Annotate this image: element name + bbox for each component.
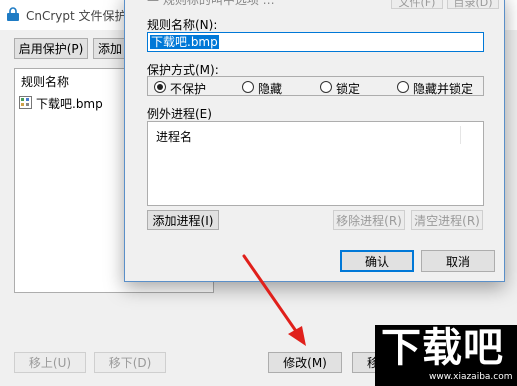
mode-label: 不保护: [170, 82, 207, 96]
enable-protect-button[interactable]: 启用保护(P): [14, 38, 88, 59]
radio-icon: [320, 81, 332, 93]
radio-icon: [397, 81, 409, 93]
watermark-url: www.xiazaiba.com: [429, 372, 513, 382]
browse-dir-button[interactable]: 目录(D): [447, 0, 499, 9]
remove-process-button[interactable]: 移除进程(R): [333, 210, 405, 230]
rule-name-input[interactable]: 下载吧.bmp: [147, 32, 484, 52]
watermark-logo: 下载吧 www.xiazaiba.com: [375, 325, 517, 386]
modify-button[interactable]: 修改(M): [268, 352, 342, 373]
mode-option-hide[interactable]: 隐藏: [242, 80, 312, 96]
mode-label: 隐藏并锁定: [413, 82, 474, 96]
mode-option-none[interactable]: 不保护: [154, 80, 234, 96]
rule-dialog: — 规则标的叫中选项 … 文件(F) 目录(D) 规则名称(N): 下载吧.bm…: [124, 0, 505, 282]
radio-icon: [242, 81, 254, 93]
image-file-icon: [19, 96, 32, 109]
move-up-button[interactable]: 移上(U): [14, 352, 86, 373]
mode-option-lock[interactable]: 锁定: [320, 80, 390, 96]
exception-process-label: 例外进程(E): [147, 107, 212, 121]
rule-name-label: 规则名称(N):: [147, 18, 218, 32]
main-window-title: CnCrypt 文件保护: [26, 9, 127, 23]
list-item-label: 下载吧.bmp: [36, 97, 103, 111]
mode-option-hide-lock[interactable]: 隐藏并锁定: [397, 80, 483, 96]
mode-label: 锁定: [336, 82, 361, 96]
cancel-button[interactable]: 取消: [421, 250, 495, 272]
column-divider: [460, 126, 461, 144]
add-process-button[interactable]: 添加进程(I): [147, 210, 219, 230]
lock-icon: [6, 7, 20, 21]
protect-mode-group: 不保护 隐藏 锁定 隐藏并锁定: [147, 76, 484, 96]
dialog-top-partial-text: — 规则标的叫中选项 …: [147, 0, 275, 7]
move-down-button[interactable]: 移下(D): [94, 352, 166, 373]
list-item[interactable]: 下载吧.bmp: [19, 95, 119, 111]
radio-icon: [154, 81, 166, 93]
clear-process-button[interactable]: 清空进程(R): [411, 210, 483, 230]
watermark-text: 下载吧: [381, 325, 504, 371]
browse-file-button[interactable]: 文件(F): [391, 0, 443, 9]
ok-button[interactable]: 确认: [340, 250, 414, 272]
process-column-header: 进程名: [156, 130, 193, 144]
rule-name-selected-text: 下载吧.bmp: [150, 35, 219, 49]
rule-name-column-header: 规则名称: [21, 75, 70, 89]
exception-process-list[interactable]: 进程名: [147, 121, 484, 206]
mode-label: 隐藏: [258, 82, 283, 96]
